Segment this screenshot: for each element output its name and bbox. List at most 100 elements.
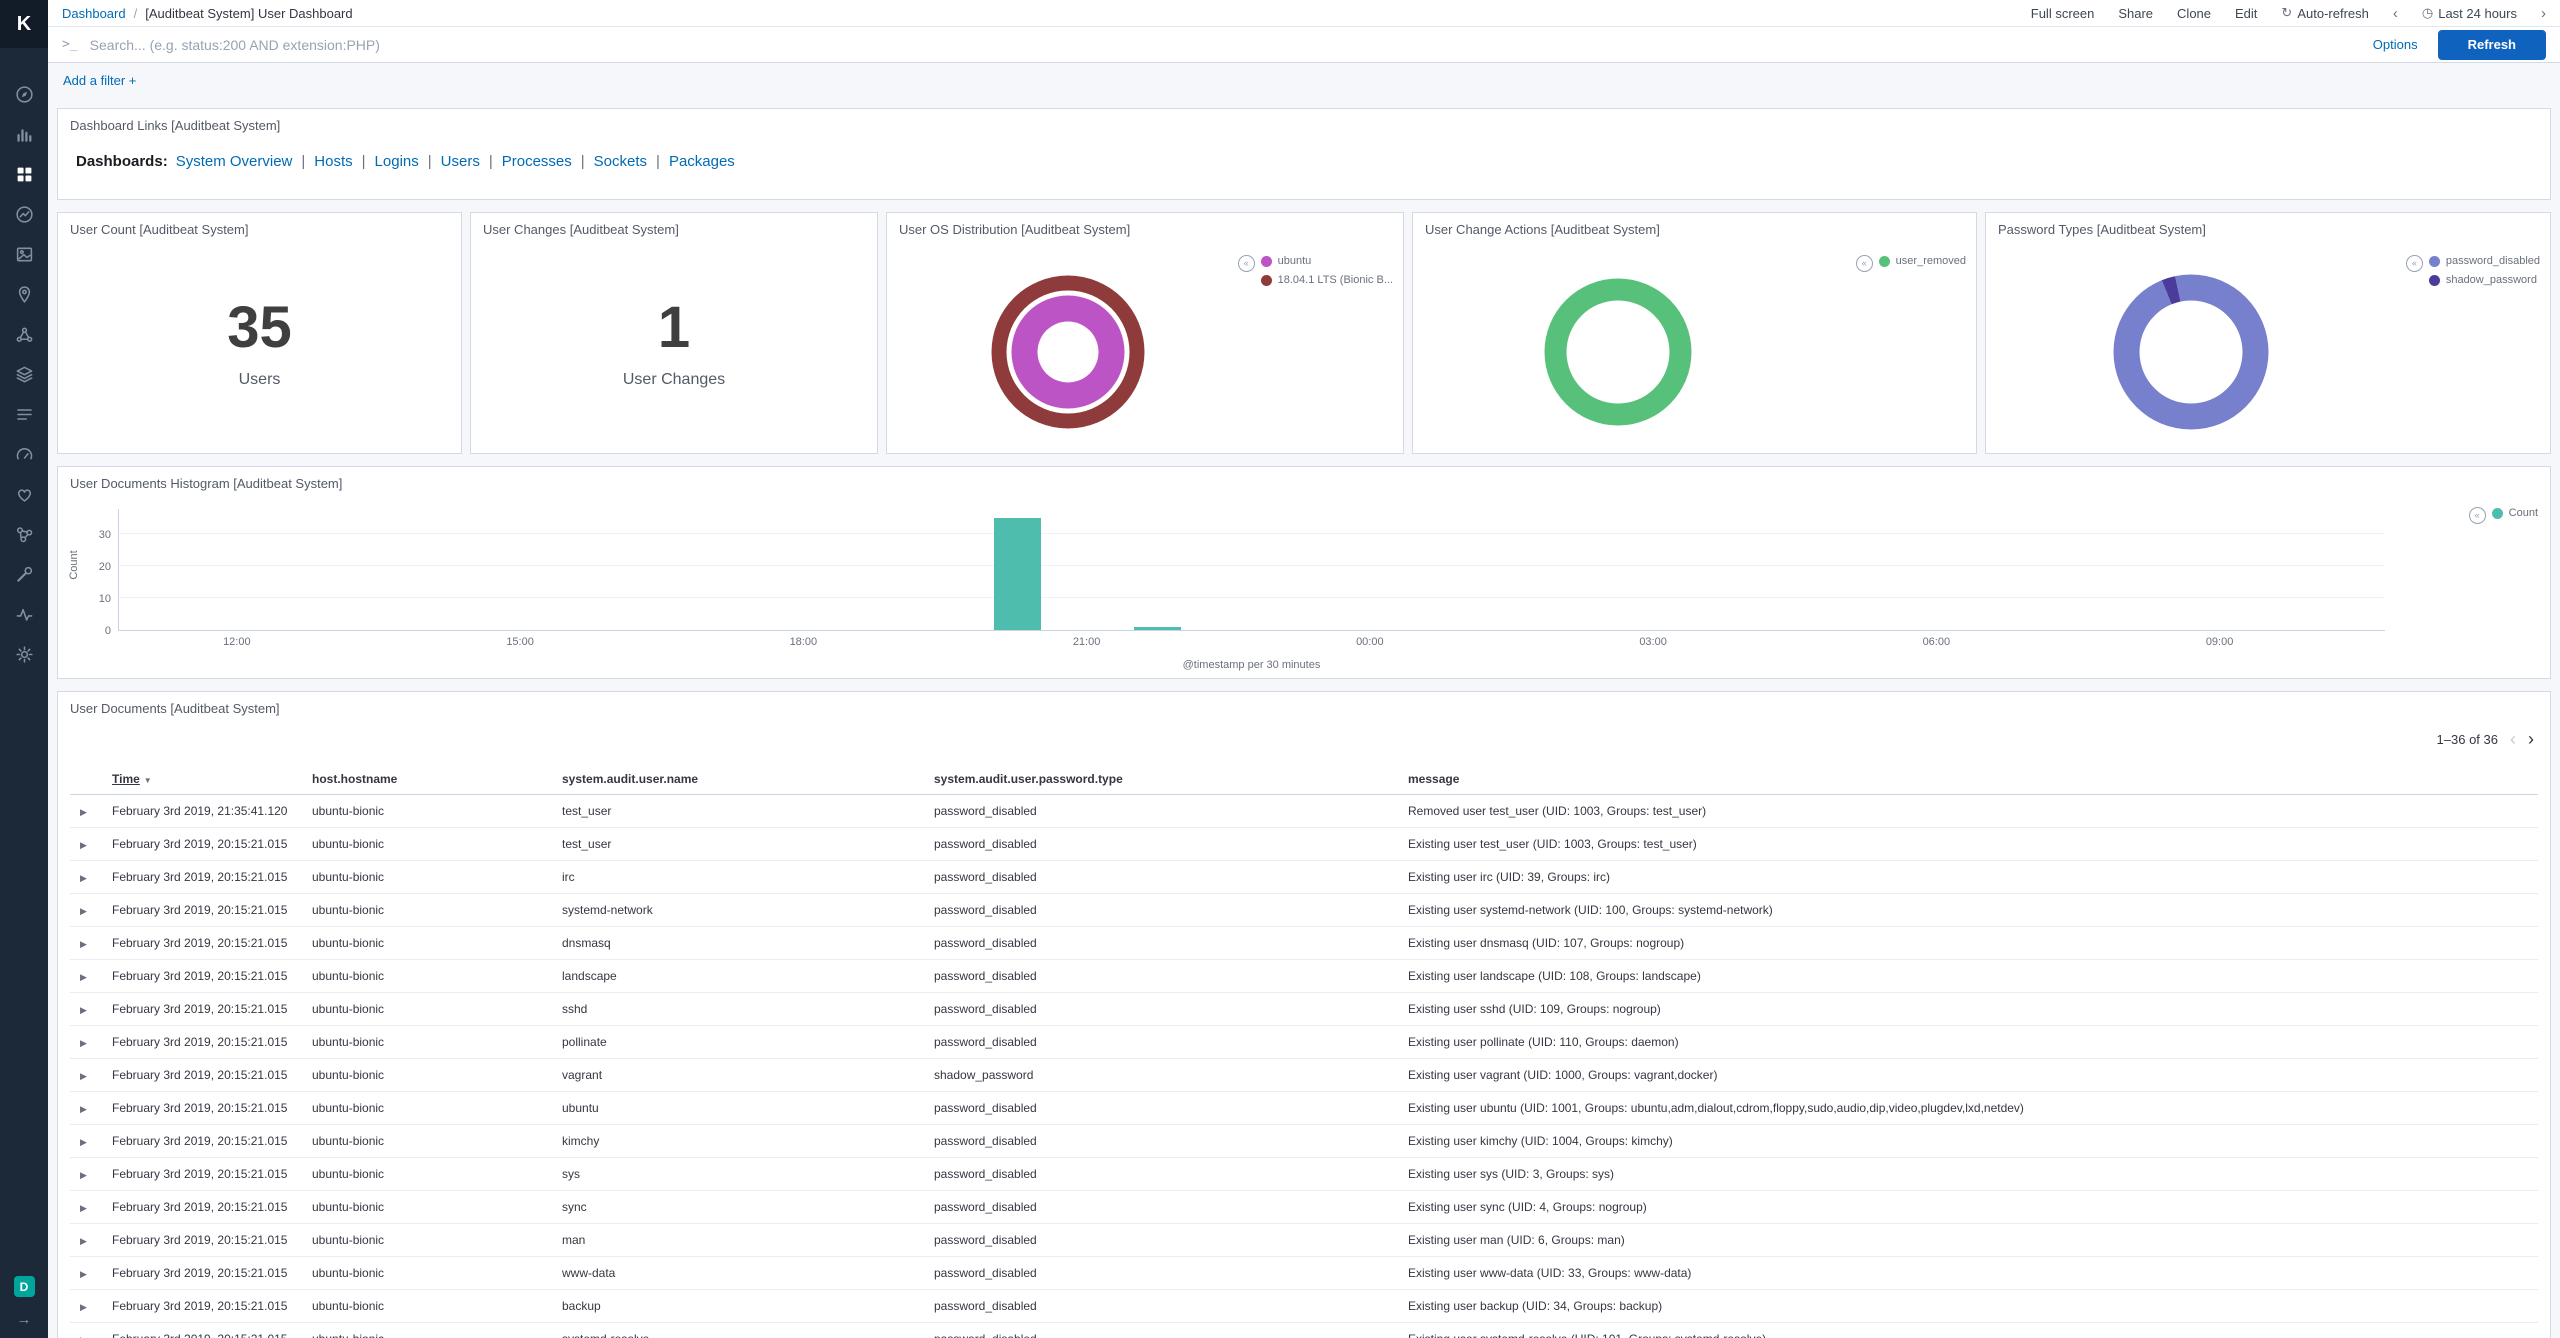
legend-toggle-icon[interactable]: «	[2406, 255, 2423, 272]
sidebar-item-timelion[interactable]	[9, 202, 39, 226]
legend-toggle-icon[interactable]: «	[1856, 255, 1873, 272]
expand-row-button[interactable]: ▶	[78, 807, 89, 818]
sidebar: K D →	[0, 0, 48, 1338]
legend-item[interactable]: user_removed	[1879, 255, 1966, 267]
dashboard-link-sockets[interactable]: Sockets	[594, 153, 647, 170]
dashboard-link-system-overview[interactable]: System Overview	[176, 153, 293, 170]
legend-item[interactable]: ubuntu	[1261, 255, 1393, 267]
panel-password-types: Password Types [Auditbeat System] «passw…	[1985, 212, 2551, 454]
legend-toggle-icon[interactable]: «	[1238, 255, 1255, 272]
column-header-time[interactable]: Time▼	[104, 764, 304, 795]
histogram-bar[interactable]	[994, 518, 1041, 630]
sidebar-item-machine-learning[interactable]	[9, 322, 39, 346]
panel-user-os-distribution: User OS Distribution [Auditbeat System] …	[886, 212, 1404, 454]
sidebar-item-visualize[interactable]	[9, 122, 39, 146]
expand-row-button[interactable]: ▶	[78, 1269, 89, 1280]
cell-message: Existing user test_user (UID: 1003, Grou…	[1400, 828, 2538, 861]
sidebar-item-canvas[interactable]	[9, 242, 39, 266]
sidebar-item-logs[interactable]	[9, 402, 39, 426]
column-header-host-hostname[interactable]: host.hostname	[304, 764, 554, 795]
legend-item[interactable]: password_disabled	[2429, 255, 2540, 267]
expand-row-button[interactable]: ▶	[78, 1170, 89, 1181]
histogram-bar[interactable]	[1134, 627, 1181, 630]
expand-cell: ▶	[70, 960, 104, 993]
full-screen-button[interactable]: Full screen	[2031, 6, 2095, 21]
sidebar-item-monitoring[interactable]	[9, 602, 39, 626]
expand-cell: ▶	[70, 894, 104, 927]
column-label: Time	[112, 772, 140, 786]
panel-user-documents: User Documents [Auditbeat System] 1–36 o…	[57, 691, 2551, 1338]
legend-item[interactable]: 18.04.1 LTS (Bionic B...	[1261, 274, 1393, 286]
expand-row-button[interactable]: ▶	[78, 1104, 89, 1115]
sidebar-item-uptime[interactable]	[9, 482, 39, 506]
share-button[interactable]: Share	[2118, 6, 2153, 21]
expand-row-button[interactable]: ▶	[78, 939, 89, 950]
user-os-donut-chart[interactable]	[992, 276, 1145, 429]
sidebar-item-dashboard[interactable]	[9, 162, 39, 186]
column-header-system-audit-user-name[interactable]: system.audit.user.name	[554, 764, 926, 795]
add-filter-link[interactable]: Add a filter +	[63, 73, 136, 88]
expand-row-button[interactable]: ▶	[78, 1137, 89, 1148]
refresh-button[interactable]: Refresh	[2438, 30, 2546, 60]
sidebar-item-management[interactable]	[9, 642, 39, 666]
expand-row-button[interactable]: ▶	[78, 1302, 89, 1313]
time-range-picker[interactable]: ◷ Last 24 hours	[2422, 5, 2517, 21]
options-link[interactable]: Options	[2373, 37, 2418, 52]
next-page-button[interactable]: ›	[2528, 730, 2534, 748]
sidebar-item-maps[interactable]	[9, 282, 39, 306]
sidebar-item-dev-tools[interactable]	[9, 562, 39, 586]
previous-page-button[interactable]: ‹	[2510, 730, 2516, 748]
expand-row-button[interactable]: ▶	[78, 1203, 89, 1214]
donut-ring	[1038, 322, 1099, 383]
expand-row-button[interactable]: ▶	[78, 1236, 89, 1247]
metric-value: 1	[658, 299, 690, 357]
dashboard-link-logins[interactable]: Logins	[375, 153, 419, 170]
column-header-system-audit-user-password-type[interactable]: system.audit.user.password.type	[926, 764, 1400, 795]
expand-row-button[interactable]: ▶	[78, 1071, 89, 1082]
user-change-actions-donut-chart[interactable]	[1544, 279, 1691, 426]
dashboard-link-packages[interactable]: Packages	[669, 153, 735, 170]
dashboard-link-processes[interactable]: Processes	[502, 153, 572, 170]
auto-refresh-button[interactable]: ↻ Auto-refresh	[2281, 5, 2368, 21]
cell-user-name: man	[554, 1224, 926, 1257]
sidebar-item-infrastructure[interactable]	[9, 362, 39, 386]
sidebar-item-graph[interactable]	[9, 522, 39, 546]
legend-dot-icon	[2429, 275, 2440, 286]
x-axis-title: @timestamp per 30 minutes	[118, 659, 2385, 671]
link-separator: |	[581, 153, 585, 170]
breadcrumb-dashboard-link[interactable]: Dashboard	[62, 6, 126, 21]
time-forward-button[interactable]: ›	[2541, 5, 2546, 22]
cell-host-hostname: ubuntu-bionic	[304, 1257, 554, 1290]
kibana-logo[interactable]: K	[0, 0, 48, 48]
link-separator: |	[428, 153, 432, 170]
expand-row-button[interactable]: ▶	[78, 840, 89, 851]
password-types-donut-chart[interactable]	[2114, 275, 2269, 430]
kibana-logo-letter: K	[17, 13, 31, 36]
visualize-icon	[15, 125, 34, 144]
legend-item[interactable]: Count	[2492, 507, 2538, 519]
sidebar-item-discover[interactable]	[9, 82, 39, 106]
expand-row-button[interactable]: ▶	[78, 1005, 89, 1016]
cell-user-name: test_user	[554, 795, 926, 828]
sidebar-item-apm[interactable]	[9, 442, 39, 466]
expand-nav-icon[interactable]: →	[17, 1311, 32, 1328]
clone-button[interactable]: Clone	[2177, 6, 2211, 21]
search-input[interactable]	[90, 37, 2361, 53]
y-axis-title: Count	[68, 550, 80, 579]
canvas-icon	[15, 245, 34, 264]
legend-toggle-icon[interactable]: «	[2469, 507, 2486, 524]
panel-title: Dashboard Links [Auditbeat System]	[58, 109, 2550, 137]
spaces-badge[interactable]: D	[14, 1276, 35, 1297]
expand-row-button[interactable]: ▶	[78, 1038, 89, 1049]
expand-row-button[interactable]: ▶	[78, 972, 89, 983]
legend-item[interactable]: shadow_password	[2429, 274, 2540, 286]
expand-row-button[interactable]: ▶	[78, 906, 89, 917]
expand-row-button[interactable]: ▶	[78, 873, 89, 884]
cell-password-type: password_disabled	[926, 1191, 1400, 1224]
column-header-message[interactable]: message	[1400, 764, 2538, 795]
time-back-button[interactable]: ‹	[2393, 5, 2398, 22]
dashboard-link-hosts[interactable]: Hosts	[314, 153, 352, 170]
dashboard-link-users[interactable]: Users	[441, 153, 480, 170]
edit-button[interactable]: Edit	[2235, 6, 2257, 21]
cell-time: February 3rd 2019, 20:15:21.015	[104, 828, 304, 861]
